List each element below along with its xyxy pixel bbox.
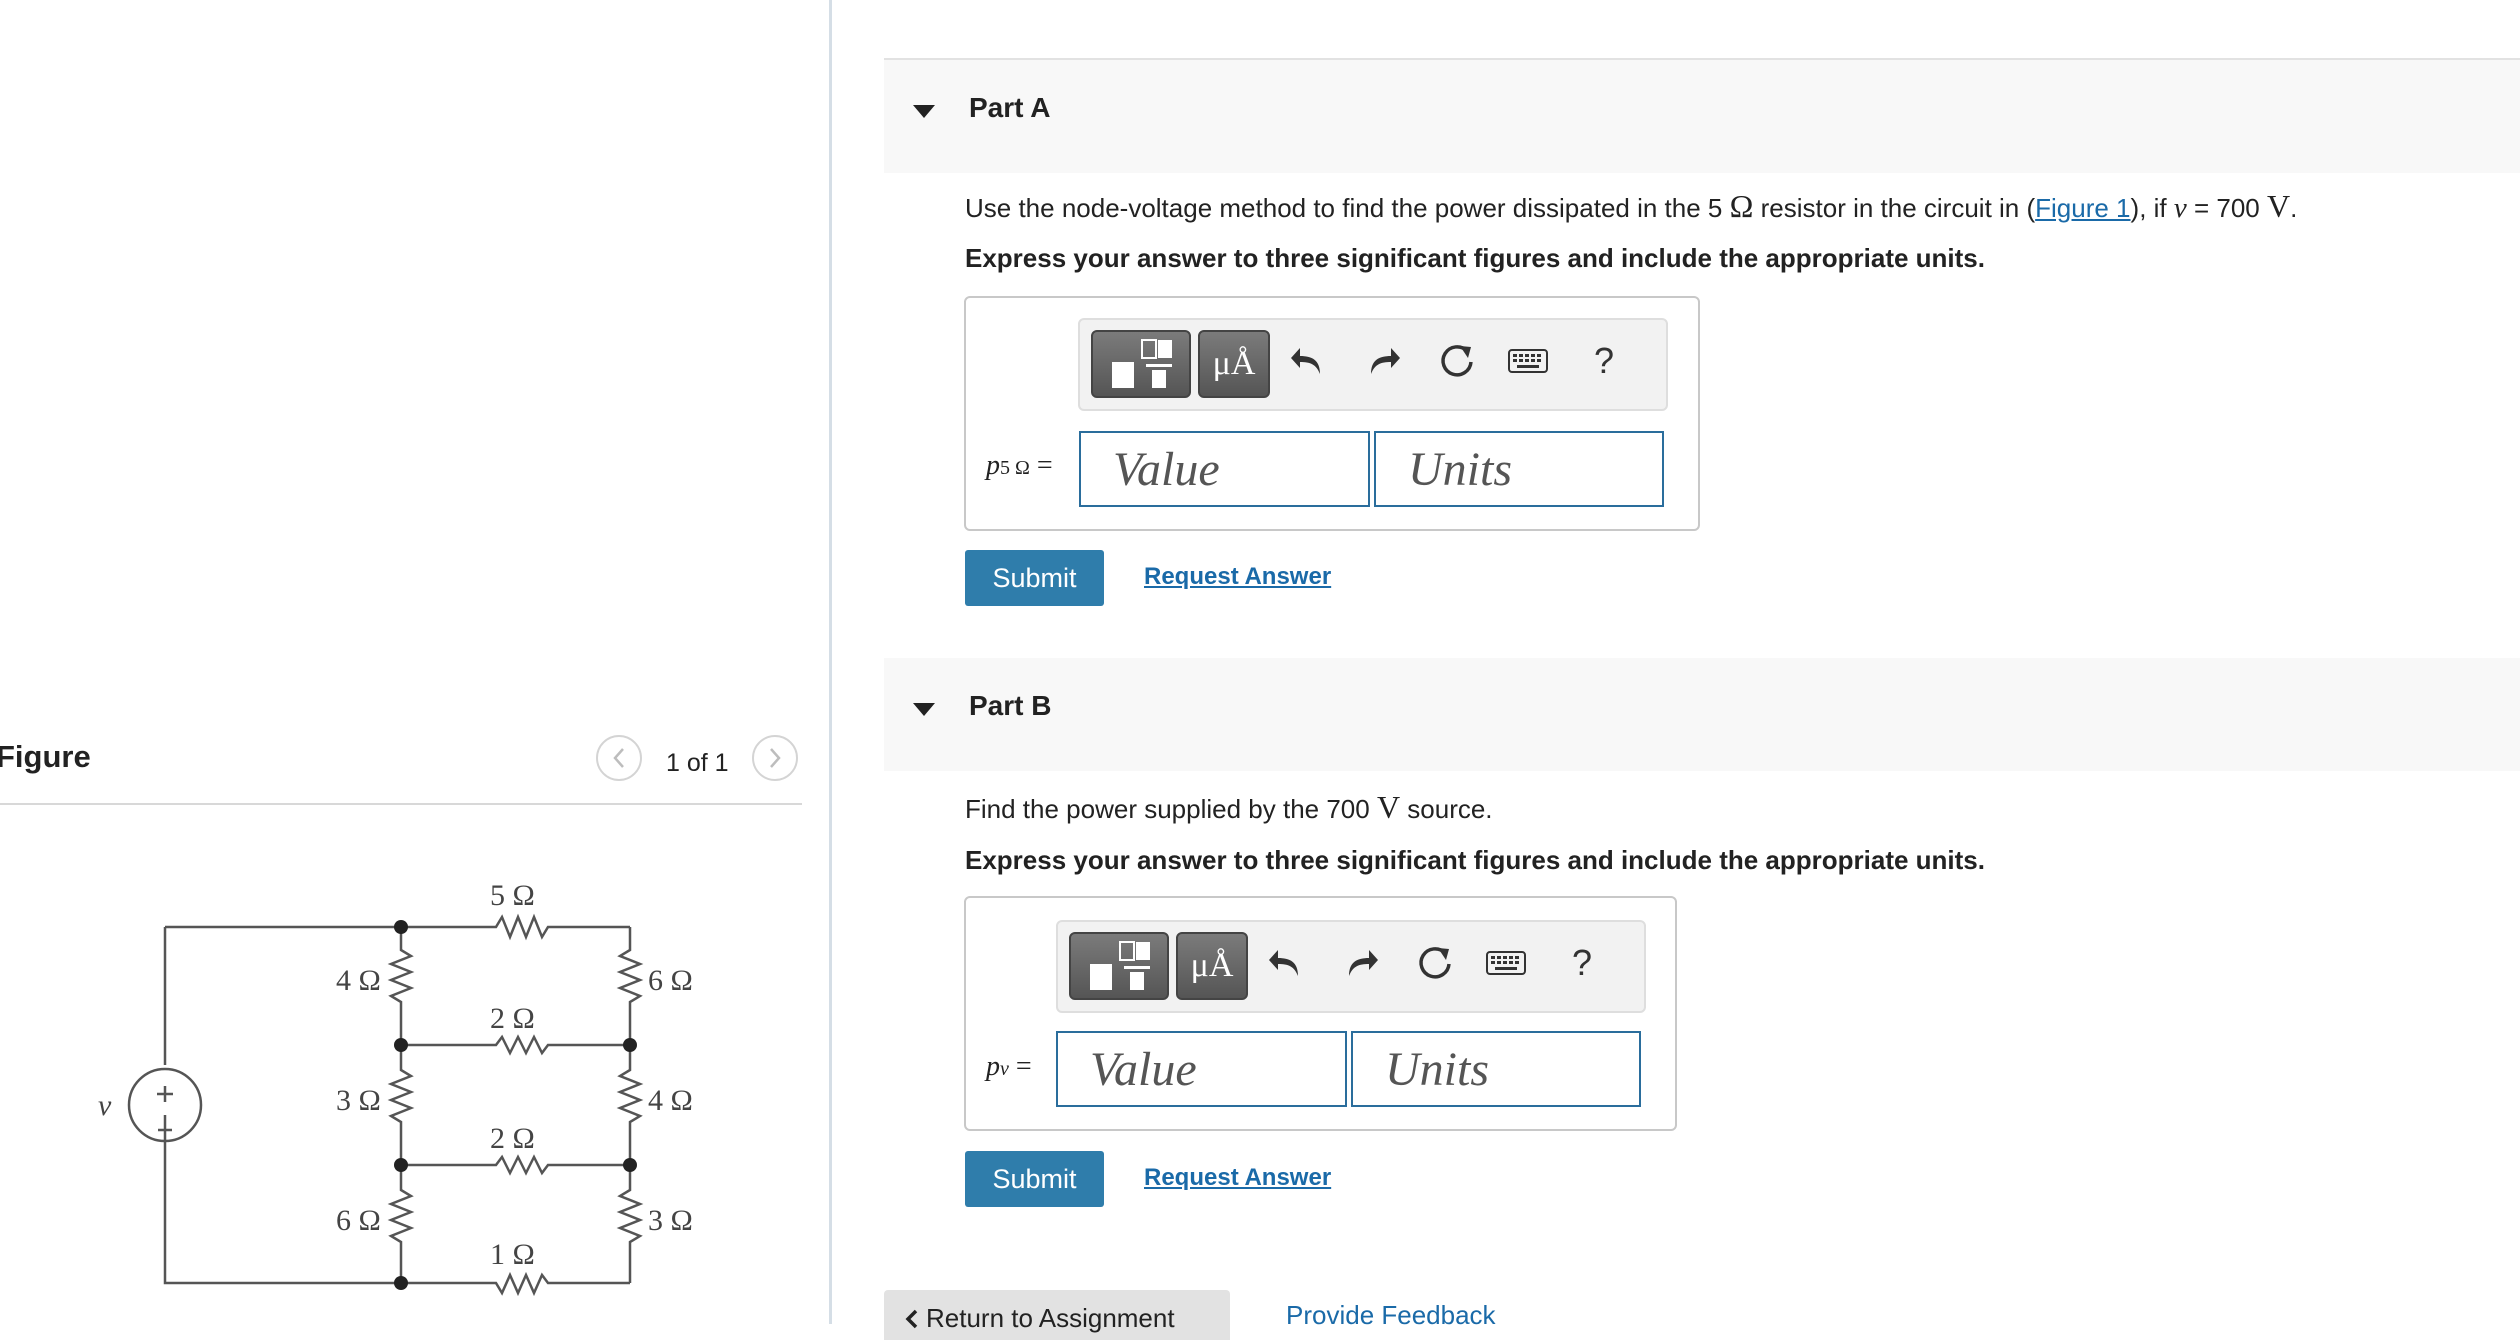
- templates-button[interactable]: [1091, 330, 1191, 398]
- part-a-instruction: Express your answer to three significant…: [965, 243, 1985, 273]
- figure-1-link[interactable]: Figure 1: [2035, 193, 2130, 223]
- templates-icon: [1112, 339, 1172, 388]
- undo-icon[interactable]: [1290, 342, 1326, 382]
- resistor-label-right-lower: 3 Ω: [648, 1204, 693, 1237]
- chevron-right-icon: [770, 748, 781, 768]
- circuit-diagram: v 5 Ω 4 Ω 3 Ω 6 Ω 2 Ω 2 Ω 1 Ω 6 Ω 4 Ω 3 …: [98, 879, 693, 1297]
- return-to-assignment-button[interactable]: Return to Assignment: [884, 1290, 1230, 1340]
- part-b-header[interactable]: Part B: [884, 658, 2520, 771]
- pane-divider[interactable]: [829, 0, 832, 1324]
- keyboard-icon[interactable]: [1486, 950, 1526, 978]
- part-a-request-answer-link[interactable]: Request Answer: [1144, 563, 1331, 591]
- chevron-left-icon: [905, 1309, 918, 1329]
- part-a-header[interactable]: Part A: [884, 58, 2520, 173]
- part-b-answer-box: μÅ ? pv =: [964, 896, 1677, 1131]
- resistor-label-right-middle: 4 Ω: [648, 1084, 693, 1117]
- previous-figure-button[interactable]: [596, 735, 642, 781]
- part-a-variable-label: p5 Ω =: [986, 450, 1053, 481]
- part-a-toolbar: μÅ ?: [1078, 318, 1668, 411]
- part-b-request-answer-link[interactable]: Request Answer: [1144, 1164, 1331, 1192]
- part-a-units-input[interactable]: [1374, 431, 1664, 507]
- help-button[interactable]: ?: [1594, 340, 1614, 382]
- part-b-units-input[interactable]: [1351, 1031, 1641, 1107]
- caret-down-icon: [913, 105, 935, 118]
- part-b-toolbar: μÅ ?: [1056, 920, 1646, 1013]
- resistor-label-left-upper: 4 Ω: [336, 964, 381, 997]
- resistor-label-bottom: 1 Ω: [490, 1238, 535, 1271]
- caret-down-icon: [913, 703, 935, 716]
- resistor-label-right-upper: 6 Ω: [648, 964, 693, 997]
- chevron-left-icon: [613, 748, 624, 768]
- figure-header: Figure 1 of 1: [0, 735, 802, 805]
- source-voltage-label: v: [98, 1089, 112, 1122]
- return-to-assignment-label: Return to Assignment: [926, 1303, 1175, 1333]
- next-figure-button[interactable]: [752, 735, 798, 781]
- resistor-label-left-lower: 6 Ω: [336, 1204, 381, 1237]
- undo-icon[interactable]: [1268, 944, 1304, 984]
- part-a-title: Part A: [969, 92, 1051, 123]
- units-symbols-button[interactable]: μÅ: [1176, 932, 1248, 1000]
- part-a-prompt: Use the node-voltage method to find the …: [965, 188, 2298, 224]
- reset-icon[interactable]: [1438, 342, 1478, 382]
- part-b-submit-button[interactable]: Submit: [965, 1151, 1104, 1207]
- keyboard-icon[interactable]: [1508, 348, 1548, 376]
- part-b-instruction: Express your answer to three significant…: [965, 845, 1985, 875]
- figure-pane: Figure 1 of 1 v 5 Ω 4 Ω 3 Ω 6 Ω 2 Ω 2 Ω …: [0, 0, 830, 1324]
- redo-icon[interactable]: [1343, 944, 1379, 984]
- part-b-variable-label: pv =: [986, 1051, 1032, 1082]
- provide-feedback-link[interactable]: Provide Feedback: [1286, 1300, 1496, 1331]
- resistor-label-left-middle: 3 Ω: [336, 1084, 381, 1117]
- resistor-label-mid-lower: 2 Ω: [490, 1122, 535, 1155]
- resistor-label-top: 5 Ω: [490, 879, 535, 912]
- resistor-label-mid-upper: 2 Ω: [490, 1002, 535, 1035]
- templates-icon: [1090, 941, 1150, 990]
- part-a-answer-box: μÅ ? p5 Ω =: [964, 296, 1700, 531]
- part-a-submit-button[interactable]: Submit: [965, 550, 1104, 606]
- figure-title: Figure: [0, 739, 91, 774]
- units-symbols-button[interactable]: μÅ: [1198, 330, 1270, 398]
- part-a-value-input[interactable]: [1079, 431, 1370, 507]
- part-b-value-input[interactable]: [1056, 1031, 1347, 1107]
- reset-icon[interactable]: [1416, 944, 1456, 984]
- figure-pager-text: 1 of 1: [666, 749, 729, 777]
- templates-button[interactable]: [1069, 932, 1169, 1000]
- part-b-prompt: Find the power supplied by the 700 V sou…: [965, 789, 1493, 825]
- part-b-title: Part B: [969, 690, 1052, 721]
- redo-icon[interactable]: [1365, 342, 1401, 382]
- help-button[interactable]: ?: [1572, 942, 1592, 984]
